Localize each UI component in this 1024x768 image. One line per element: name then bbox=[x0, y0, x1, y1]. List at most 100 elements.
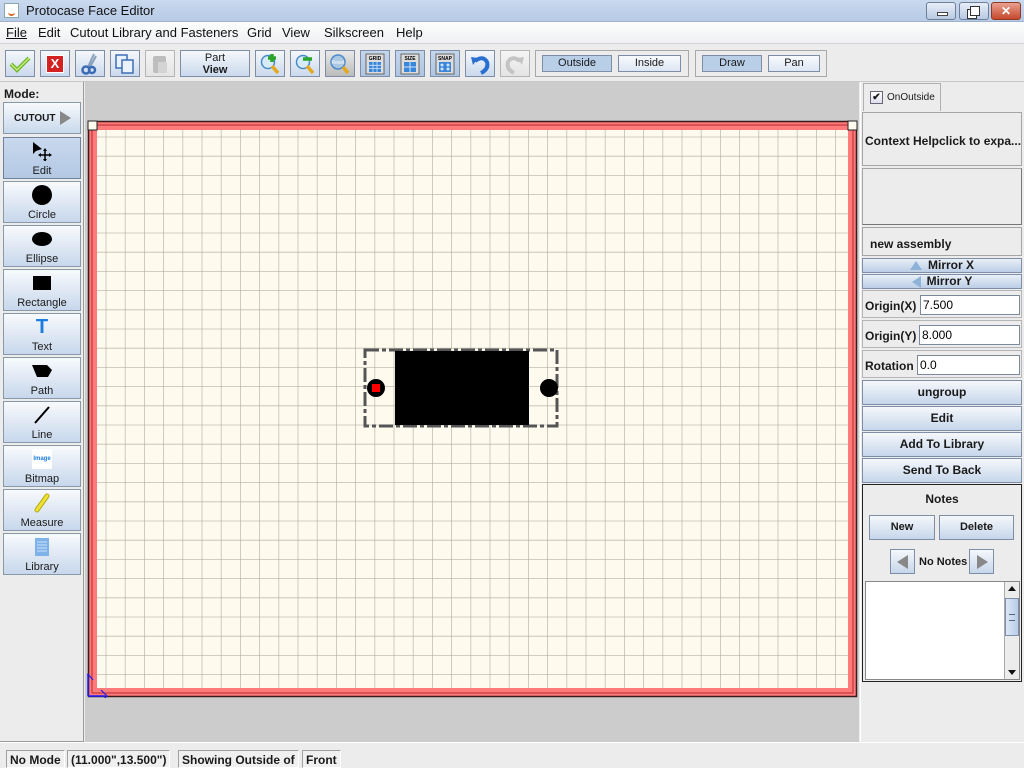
part-view-button[interactable]: Part View bbox=[180, 50, 250, 77]
line-icon bbox=[4, 404, 80, 426]
grid-toggle-button[interactable]: GRID bbox=[360, 50, 390, 77]
menu-silkscreen-label: Silkscreen bbox=[324, 25, 384, 40]
rotation-input[interactable] bbox=[917, 355, 1020, 375]
menu-edit[interactable]: Edit bbox=[38, 25, 60, 40]
checkmark-icon bbox=[6, 51, 34, 76]
close-button[interactable]: ✕ bbox=[991, 2, 1021, 20]
add-to-library-button[interactable]: Add To Library bbox=[862, 432, 1022, 457]
origin-y-row: Origin(Y) bbox=[862, 320, 1022, 348]
status-coordinates: (11.000",13.500") bbox=[67, 750, 171, 768]
scroll-down-icon[interactable] bbox=[1005, 665, 1019, 679]
tool-ellipse[interactable]: Ellipse bbox=[3, 225, 81, 267]
zoom-out-icon bbox=[291, 51, 319, 76]
menu-cutout-library-label: Cutout Library and Fasteners bbox=[70, 25, 239, 40]
snap-toggle-button[interactable]: SNAP bbox=[430, 50, 460, 77]
notes-textarea[interactable] bbox=[865, 581, 1020, 680]
tool-rectangle-label: Rectangle bbox=[17, 297, 67, 309]
zoom-in-button[interactable] bbox=[255, 50, 285, 77]
tool-bitmap[interactable]: Image Bitmap bbox=[3, 445, 81, 487]
cutout-label: CUTOUT bbox=[14, 113, 56, 124]
menu-view[interactable]: View bbox=[282, 25, 310, 40]
context-help[interactable]: Context Helpclick to expa... bbox=[862, 112, 1022, 166]
tool-path-label: Path bbox=[30, 385, 54, 397]
mirror-y-button[interactable]: Mirror Y bbox=[862, 274, 1022, 289]
menu-cutout-library[interactable]: Cutout Library and Fasteners bbox=[70, 25, 238, 40]
tool-measure-label: Measure bbox=[20, 517, 64, 529]
properties-panel: ✔ OnOutside Context Helpclick to expa...… bbox=[860, 82, 1024, 742]
minimize-button[interactable] bbox=[926, 2, 956, 20]
tool-library[interactable]: Library bbox=[3, 533, 81, 575]
svg-text:SNAP: SNAP bbox=[438, 56, 453, 62]
new-note-button[interactable]: New bbox=[869, 515, 935, 540]
svg-text:SIZE: SIZE bbox=[404, 56, 416, 62]
grid-icon: GRID bbox=[361, 51, 389, 76]
notes-panel: Notes New Delete No Notes bbox=[862, 484, 1022, 682]
face-board[interactable] bbox=[87, 120, 858, 698]
menu-file[interactable]: File bbox=[6, 25, 27, 40]
board-drawing[interactable] bbox=[87, 120, 858, 698]
toolbar: X Part View Reset GRID SIZE SNAP Outside… bbox=[0, 44, 1024, 82]
scissors-icon bbox=[76, 51, 104, 76]
redo-button[interactable] bbox=[500, 50, 530, 77]
accept-button[interactable] bbox=[5, 50, 35, 77]
scroll-up-icon[interactable] bbox=[1005, 582, 1019, 596]
delete-note-button[interactable]: Delete bbox=[939, 515, 1014, 540]
origin-x-input[interactable] bbox=[920, 295, 1020, 315]
ellipse-icon bbox=[4, 228, 80, 250]
mirror-x-button[interactable]: Mirror X bbox=[862, 258, 1022, 273]
next-note-button[interactable] bbox=[969, 549, 994, 574]
notes-title: Notes bbox=[925, 492, 959, 506]
scroll-thumb[interactable] bbox=[1005, 598, 1019, 636]
tool-path[interactable]: Path bbox=[3, 357, 81, 399]
restore-button[interactable] bbox=[959, 2, 989, 20]
cut-button[interactable] bbox=[75, 50, 105, 77]
tool-line-label: Line bbox=[31, 429, 53, 441]
cancel-button[interactable]: X bbox=[40, 50, 70, 77]
tool-bitmap-label: Bitmap bbox=[24, 473, 60, 485]
tool-rectangle[interactable]: Rectangle bbox=[3, 269, 81, 311]
paste-button[interactable] bbox=[145, 50, 175, 77]
menu-grid[interactable]: Grid bbox=[247, 25, 272, 40]
onoutside-toggle[interactable]: ✔ OnOutside bbox=[863, 83, 941, 111]
edit-button[interactable]: Edit bbox=[862, 406, 1022, 431]
previous-note-button[interactable] bbox=[890, 549, 915, 574]
canvas-area[interactable] bbox=[85, 82, 859, 742]
inside-button[interactable]: Inside bbox=[618, 55, 681, 72]
menu-help[interactable]: Help bbox=[396, 25, 423, 40]
corner-marker bbox=[87, 120, 98, 131]
tool-library-label: Library bbox=[25, 561, 59, 573]
play-arrow-icon bbox=[60, 111, 71, 125]
tool-text-label: Text bbox=[31, 341, 53, 353]
cutout-button[interactable]: CUTOUT bbox=[3, 102, 81, 134]
draw-button[interactable]: Draw bbox=[702, 55, 762, 72]
rotation-row: Rotation bbox=[862, 350, 1022, 378]
send-to-back-button[interactable]: Send To Back bbox=[862, 458, 1022, 483]
center-rectangle-cutout bbox=[395, 351, 529, 425]
mode-panel: Mode: CUTOUT Edit Circle Ellipse Rectang… bbox=[0, 82, 84, 742]
pan-button[interactable]: Pan bbox=[768, 55, 820, 72]
copy-button[interactable] bbox=[110, 50, 140, 77]
circle-icon bbox=[4, 184, 80, 206]
origin-y-input[interactable] bbox=[919, 325, 1020, 345]
menu-edit-label: Edit bbox=[38, 25, 61, 40]
zoom-reset-button[interactable]: Reset bbox=[325, 50, 355, 77]
zoom-out-button[interactable] bbox=[290, 50, 320, 77]
tool-measure[interactable]: Measure bbox=[3, 489, 81, 531]
undo-button[interactable] bbox=[465, 50, 495, 77]
origin-x-label: Origin(X) bbox=[865, 299, 917, 313]
onoutside-label: OnOutside bbox=[887, 92, 935, 103]
notes-scrollbar[interactable] bbox=[1004, 582, 1019, 679]
assembly-name: new assembly bbox=[862, 227, 1022, 256]
ungroup-button[interactable]: ungroup bbox=[862, 380, 1022, 405]
mirror-y-icon bbox=[911, 275, 921, 288]
tool-line[interactable]: Line bbox=[3, 401, 81, 443]
menu-silkscreen[interactable]: Silkscreen bbox=[324, 25, 384, 40]
size-toggle-button[interactable]: SIZE bbox=[395, 50, 425, 77]
bitmap-icon: Image bbox=[4, 448, 80, 470]
tool-edit[interactable]: Edit bbox=[3, 137, 81, 179]
outside-button[interactable]: Outside bbox=[542, 55, 612, 72]
tool-edit-label: Edit bbox=[32, 165, 52, 177]
onoutside-checkbox[interactable]: ✔ bbox=[870, 91, 883, 104]
tool-circle[interactable]: Circle bbox=[3, 181, 81, 223]
tool-text[interactable]: T Text bbox=[3, 313, 81, 355]
